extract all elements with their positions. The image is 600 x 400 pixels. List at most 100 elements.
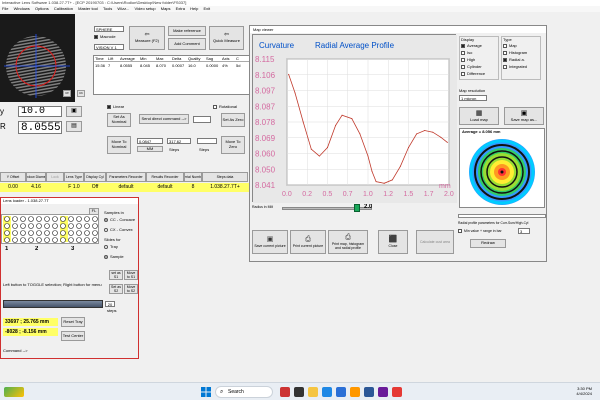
min-value-checkbox[interactable]: Min value + range in bar bbox=[458, 229, 502, 234]
type-option-map[interactable]: Map bbox=[502, 42, 540, 49]
tray-slot[interactable] bbox=[36, 223, 42, 229]
tray-slot[interactable] bbox=[84, 216, 90, 222]
move-to-s2-button[interactable]: Move to S2 bbox=[124, 284, 138, 294]
tray-slot[interactable] bbox=[68, 230, 74, 236]
reset-tray-button[interactable]: Reset Tray bbox=[61, 317, 85, 327]
save-current-picture-button[interactable]: ▣ Save current picture bbox=[252, 230, 288, 254]
position-slider[interactable] bbox=[3, 300, 103, 308]
radio-convex[interactable]: CX - Convex bbox=[104, 227, 138, 232]
menu-calibration[interactable]: Calibration bbox=[54, 6, 73, 11]
weather-icon[interactable] bbox=[4, 387, 24, 397]
radio-concave[interactable]: CC - Concave bbox=[104, 217, 138, 222]
table-row[interactable]: 15:36 7 8.0555 8.045 8.070 0.0007 16.0 0… bbox=[94, 62, 250, 68]
radio-sample-dot[interactable] bbox=[104, 254, 108, 259]
tray-slot[interactable] bbox=[36, 237, 42, 243]
quick-measure-button[interactable]: ⇦ Quick Measure bbox=[209, 26, 244, 50]
position-mm-field[interactable]: 0.0847 bbox=[137, 138, 163, 144]
tray-slot[interactable] bbox=[12, 216, 18, 222]
tray-slot[interactable] bbox=[52, 230, 58, 236]
tray-slot[interactable] bbox=[84, 230, 90, 236]
print-current-picture-button[interactable]: ⎙ Print current picture bbox=[290, 230, 326, 254]
header-results-recorder[interactable]: Results Recorder bbox=[146, 172, 184, 182]
file-explorer-icon[interactable] bbox=[308, 387, 318, 397]
print-map-button[interactable]: ⎙ Print map, histogram and radial profile bbox=[328, 230, 368, 254]
tray-slot[interactable] bbox=[20, 223, 26, 229]
radio-convex-dot[interactable] bbox=[104, 227, 108, 232]
redraw-button[interactable]: Redraw bbox=[470, 239, 506, 248]
value-y-offset[interactable]: 0.00 bbox=[0, 183, 26, 192]
calculate-cust-area-button[interactable]: Calculate cust area bbox=[416, 230, 454, 254]
tray-slot[interactable] bbox=[28, 216, 34, 222]
type-option-integrated[interactable]: Integrated bbox=[502, 63, 540, 70]
tray-slot[interactable] bbox=[92, 237, 98, 243]
tray-slot[interactable] bbox=[60, 230, 66, 236]
menu-file[interactable]: File bbox=[2, 6, 8, 11]
app-icon-6[interactable] bbox=[350, 387, 360, 397]
app-icon-9[interactable] bbox=[392, 387, 402, 397]
tray-slot[interactable] bbox=[4, 216, 10, 222]
tray-slot[interactable] bbox=[60, 216, 66, 222]
direct-command-input[interactable] bbox=[193, 116, 211, 123]
app-icon-8[interactable] bbox=[378, 387, 388, 397]
radio-tray[interactable]: Tray bbox=[104, 244, 138, 249]
display-option-box[interactable] bbox=[461, 71, 465, 76]
header-y-offset[interactable]: Y Offset bbox=[0, 172, 26, 182]
tray-slot[interactable] bbox=[36, 216, 42, 222]
radius-slider-thumb[interactable] bbox=[354, 204, 360, 212]
min-value-field[interactable]: 3 bbox=[518, 228, 530, 234]
cam-button-ch[interactable]: Ch bbox=[77, 90, 85, 97]
tray-slot[interactable] bbox=[44, 216, 50, 222]
menu-master-tool[interactable]: Master tool bbox=[78, 6, 98, 11]
header-serial-number[interactable]: Serial Number bbox=[184, 172, 202, 182]
value-display-cyl[interactable]: Off bbox=[84, 183, 106, 192]
value-lens-type[interactable]: F 1.0 bbox=[64, 183, 84, 192]
tray-slot[interactable] bbox=[92, 230, 98, 236]
tray-slot[interactable] bbox=[44, 237, 50, 243]
display-option-difference[interactable]: Difference bbox=[460, 70, 498, 77]
make-reference-button[interactable]: Make reference bbox=[168, 26, 206, 36]
position-steps-field-2[interactable] bbox=[197, 138, 217, 144]
lens-material-select[interactable]: VISION V 1 bbox=[94, 44, 124, 50]
type-option-box[interactable] bbox=[503, 64, 507, 69]
tray-slot[interactable] bbox=[12, 230, 18, 236]
display-option-iso[interactable]: Iso bbox=[460, 49, 498, 56]
measure-button[interactable]: ⇦ Measure (F2) bbox=[129, 26, 165, 50]
value-parameters-recorder[interactable]: default bbox=[106, 183, 146, 192]
value-results-recorder[interactable]: default bbox=[146, 183, 184, 192]
app-icon-5[interactable] bbox=[336, 387, 346, 397]
tray-slot[interactable] bbox=[4, 237, 10, 243]
radio-concave-dot[interactable] bbox=[104, 217, 108, 222]
tray-slot[interactable] bbox=[84, 237, 90, 243]
tray-slot[interactable] bbox=[4, 230, 10, 236]
display-option-box[interactable] bbox=[461, 57, 465, 62]
unit-mm[interactable]: MM bbox=[137, 146, 163, 152]
test-center-button[interactable]: Test Center bbox=[61, 331, 85, 341]
macrode-checkbox[interactable]: Macrode bbox=[94, 34, 116, 39]
set-as-zero-button[interactable]: Set As Zero bbox=[221, 113, 245, 127]
menu-extra[interactable]: Extra bbox=[176, 6, 185, 11]
tray-slot[interactable] bbox=[76, 230, 82, 236]
menu-options[interactable]: Options bbox=[35, 6, 49, 11]
tray-slot[interactable] bbox=[76, 237, 82, 243]
header-display-cyl[interactable]: Display Cyl bbox=[84, 172, 106, 182]
rotational-checkbox[interactable]: Rotational bbox=[213, 104, 237, 109]
min-value-check-box[interactable] bbox=[458, 229, 462, 234]
display-option-box[interactable] bbox=[461, 43, 465, 48]
menu-maps[interactable]: Maps bbox=[161, 6, 171, 11]
header-parameters-recorder[interactable]: Parameters Recorder bbox=[106, 172, 146, 182]
set-as-nominal-button[interactable]: Set As Nominal bbox=[107, 113, 131, 127]
menu-wizz[interactable]: Wizz... bbox=[117, 6, 129, 11]
tray-slot[interactable] bbox=[68, 216, 74, 222]
tray-slot[interactable] bbox=[12, 237, 18, 243]
value-window-diameter[interactable]: 4.16 bbox=[26, 183, 46, 192]
steps-field[interactable]: 20 bbox=[105, 301, 115, 307]
copy-readout-icon[interactable]: ▤ bbox=[66, 121, 82, 132]
radio-sample[interactable]: Sample bbox=[104, 254, 138, 259]
fl-button[interactable]: FL bbox=[89, 208, 99, 215]
menu-help[interactable]: Help bbox=[190, 6, 198, 11]
value-serial-number[interactable]: 8 bbox=[184, 183, 202, 192]
position-steps-field[interactable]: 317.62 bbox=[167, 138, 191, 144]
header-lens-type[interactable]: Lens Type bbox=[64, 172, 84, 182]
move-to-nominal-button[interactable]: Move To Nominal bbox=[107, 136, 131, 154]
header-steps-data[interactable]: Steps data bbox=[202, 172, 248, 182]
